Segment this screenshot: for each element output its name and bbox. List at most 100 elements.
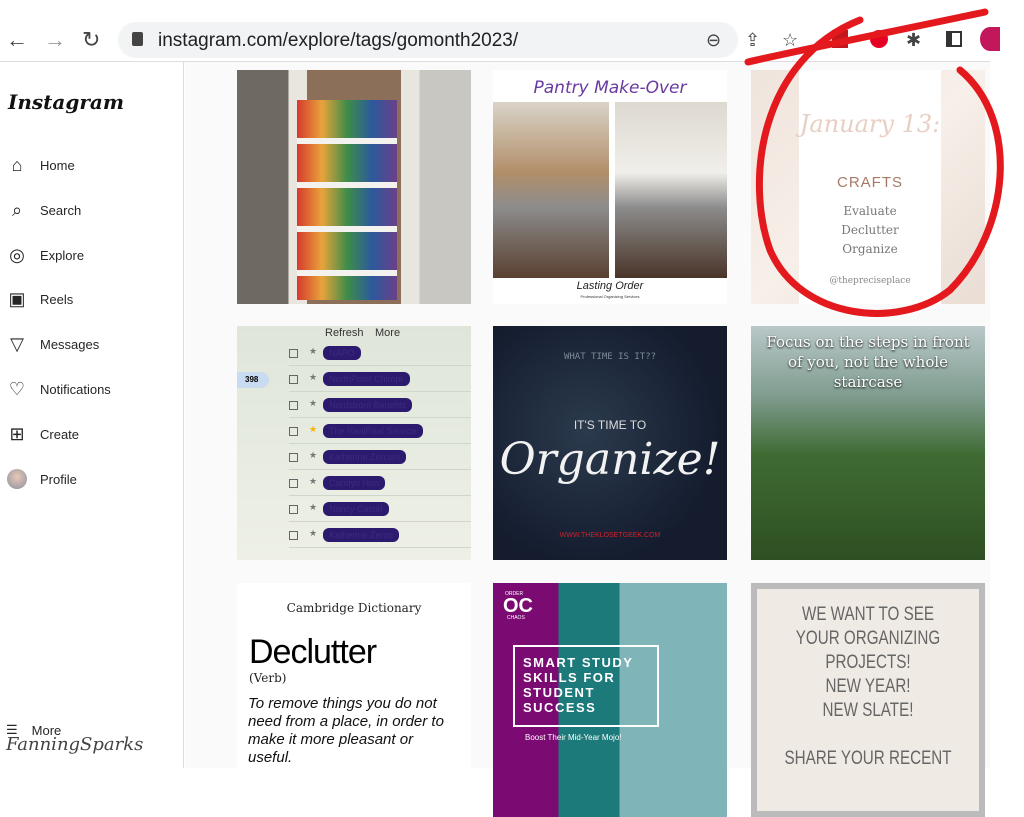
post-bookshelf[interactable]: [237, 70, 471, 304]
line: Evaluate: [843, 204, 897, 218]
extensions-icon[interactable]: ✱: [906, 26, 921, 54]
acrobat-icon[interactable]: [832, 30, 848, 48]
logo-text: CHAOS: [507, 615, 525, 621]
post-organizing-projects[interactable]: WE WANT TO SEE YOUR ORGANIZING PROJECTS!…: [751, 583, 985, 817]
star-icon: ★: [309, 424, 318, 434]
post-title: Pantry Make-Over: [533, 78, 687, 98]
email-row: ★ Nancy Castel: [289, 500, 471, 522]
redacted-sender: Nancy Castel: [323, 502, 389, 516]
redacted-sender: NorthPoint Chiropr: [323, 372, 410, 386]
post-pantry-makeover[interactable]: Pantry Make-Over Lasting Order Professio…: [493, 70, 727, 304]
sidebar-item-label: Explore: [40, 247, 85, 263]
search-icon: ⌕: [11, 199, 23, 220]
star-icon: ★: [309, 476, 318, 486]
post-declutter-definition[interactable]: Cambridge Dictionary Declutter (Verb) To…: [237, 583, 471, 817]
post-crafts-january[interactable]: January 13: CRAFTS Evaluate Declutter Or…: [751, 70, 985, 304]
email-row: ★ Nordstrom Benefits: [289, 396, 471, 418]
email-toolbar-label: Refresh: [325, 327, 364, 339]
email-row: ★ NorthPoint Chiropr: [289, 370, 471, 392]
sidebar-item-search[interactable]: ⌕ Search: [6, 199, 81, 221]
plus-square-icon: ⊞: [9, 423, 25, 444]
email-row: ★ Carolyn Hon: [289, 474, 471, 496]
sidebar-item-label: Profile: [40, 471, 77, 487]
sidebar-item-label: Messages: [40, 336, 100, 352]
sidebar-item-create[interactable]: ⊞ Create: [6, 423, 79, 445]
definition-text: To remove things you do not need from a …: [248, 695, 444, 766]
avatar: [7, 469, 27, 489]
reload-icon[interactable]: ↻: [82, 26, 100, 54]
bookmark-star-icon[interactable]: ☆: [782, 26, 798, 54]
post-email-inbox[interactable]: Refresh More 398 ★ NAPO ★ NorthPoint Chirop…: [237, 326, 471, 560]
pantry-before-image: [493, 102, 609, 278]
email-row: ★ The RealReal Service: [289, 422, 471, 444]
email-row: ★ Katherine Zercuni: [289, 448, 471, 470]
quote-text: Focus on the steps in front of you, not …: [766, 333, 970, 391]
sidebar-item-label: Notifications: [40, 381, 111, 397]
forward-icon[interactable]: →: [44, 26, 66, 54]
lead-text: IT'S TIME TO: [573, 418, 647, 432]
lock-icon: [132, 32, 143, 46]
zoom-icon[interactable]: ⊖: [706, 26, 721, 54]
url-text[interactable]: instagram.com/explore/tags/gomonth2023/: [158, 30, 518, 52]
website-text: WWW.THEKLOSETGEEK.COM: [559, 532, 661, 539]
checkbox: [289, 349, 298, 358]
date-heading: January 13:: [799, 110, 941, 138]
instagram-logo[interactable]: Instagram: [8, 90, 124, 114]
email-row: ★ NAPO: [289, 344, 471, 366]
checkbox: [289, 375, 298, 384]
address-bar[interactable]: instagram.com/explore/tags/gomonth2023/: [118, 22, 738, 58]
star-icon: ★: [309, 398, 318, 408]
sidebar-item-home[interactable]: ⌂ Home: [6, 154, 75, 176]
study-subtitle: Boost Their Mid-Year Mojo!: [525, 733, 622, 742]
brand-tagline: Professional Organizing Services: [580, 294, 640, 299]
sidebar-item-explore[interactable]: ◎ Explore: [6, 244, 84, 266]
dictionary-source: Cambridge Dictionary: [286, 601, 422, 615]
sidebar-item-label: Reels: [40, 291, 74, 307]
sidebar-item-messages[interactable]: ▽ Messages: [6, 333, 99, 355]
share-icon[interactable]: ⇪: [745, 26, 760, 54]
email-toolbar-label: More: [375, 327, 401, 339]
redacted-sender: Katherine Zercuni: [323, 450, 407, 464]
back-icon[interactable]: ←: [6, 26, 28, 54]
sidebar-item-notifications[interactable]: ♡ Notifications: [6, 378, 111, 400]
pantry-after-image: [615, 102, 727, 278]
compass-icon: ◎: [9, 244, 25, 265]
projects-text: WE WANT TO SEE YOUR ORGANIZING PROJECTS!: [795, 604, 941, 673]
unread-count: 398: [237, 372, 269, 388]
projects-text: NEW YEAR! NEW SLATE!: [822, 676, 914, 721]
checkbox: [289, 427, 298, 436]
part-of-speech: (Verb): [249, 671, 287, 685]
sidebar: Instagram ⌂ Home ⌕ Search ◎ Explore ▣ Reels …: [0, 62, 184, 768]
checkbox: [289, 505, 298, 514]
email-row: ★ Katherine Zercu: [289, 526, 471, 548]
sidebar-item-profile[interactable]: Profile: [6, 468, 77, 490]
word-heading: Declutter: [249, 633, 377, 671]
home-icon: ⌂: [11, 154, 23, 175]
checkbox: [289, 479, 298, 488]
profile-icon[interactable]: [980, 27, 1000, 51]
sidebar-item-label: Home: [40, 157, 75, 173]
star-icon: ★: [309, 450, 318, 460]
browser-toolbar: ← → ↻ instagram.com/explore/tags/gomonth…: [0, 0, 1000, 62]
bookshelf-image: [297, 100, 397, 300]
checkbox: [289, 401, 298, 410]
post-smart-study-skills[interactable]: ORDER OC CHAOS SMART STUDY SKILLS FOR ST…: [493, 583, 727, 817]
redacted-sender: Nordstrom Benefits: [323, 398, 413, 412]
paper-plane-icon: ▽: [10, 333, 24, 354]
checkbox: [289, 453, 298, 462]
redacted-sender: NAPO: [323, 346, 361, 360]
redacted-sender: Carolyn Hon: [323, 476, 386, 490]
handle: @thepreciseplace: [829, 276, 911, 286]
post-staircase-quote[interactable]: Focus on the steps in front of you, not …: [751, 326, 985, 560]
checkbox: [289, 531, 298, 540]
pinterest-icon[interactable]: [870, 30, 888, 48]
side-panel-icon[interactable]: [946, 31, 962, 47]
watermark: FanningSparks: [6, 734, 144, 755]
sidebar-item-reels[interactable]: ▣ Reels: [6, 288, 73, 310]
line: Declutter: [841, 223, 899, 237]
brand-logo: Lasting Order: [576, 280, 644, 292]
redacted-sender: The RealReal Service: [323, 424, 423, 438]
star-icon: ★: [309, 528, 318, 538]
post-time-to-organize[interactable]: WHAT TIME IS IT?? IT'S TIME TO Organize!…: [493, 326, 727, 560]
study-title: SMART STUDY SKILLS FOR STUDENT SUCCESS: [513, 645, 659, 727]
